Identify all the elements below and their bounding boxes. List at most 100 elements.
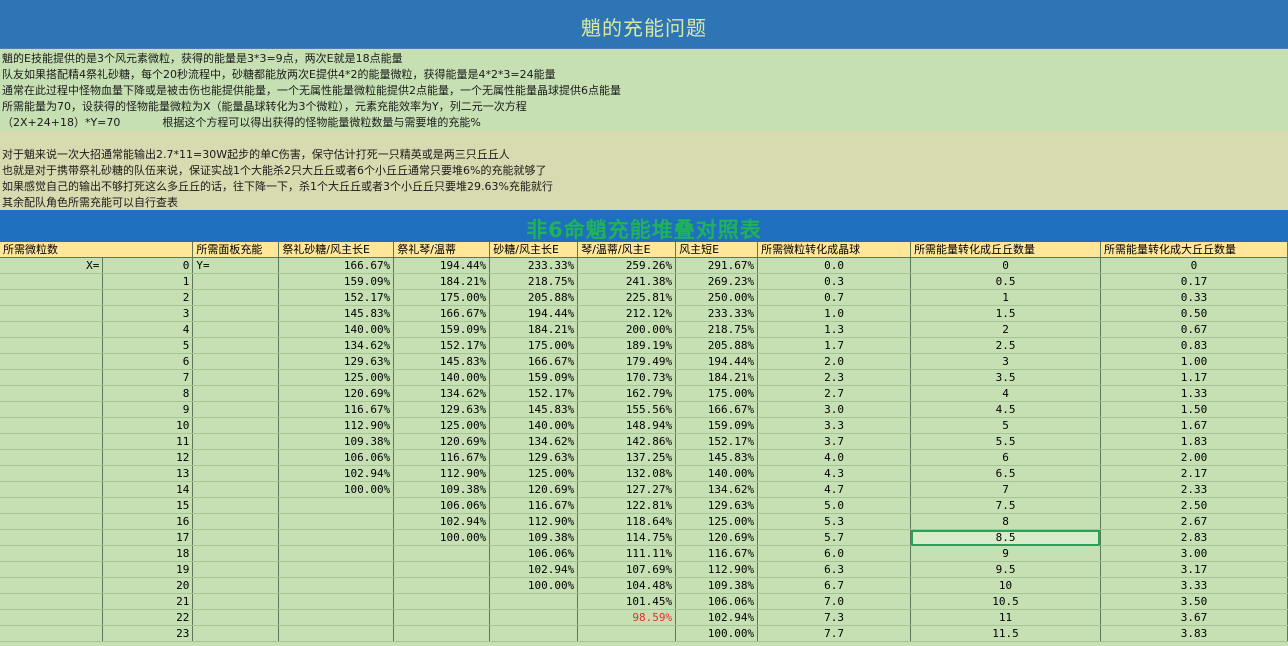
table-cell[interactable]: 2 — [910, 321, 1101, 338]
table-cell[interactable]: 2.0 — [757, 353, 912, 370]
table-cell[interactable]: 118.64% — [577, 513, 677, 530]
table-cell[interactable]: 7.3 — [757, 609, 912, 626]
table-cell[interactable] — [0, 369, 104, 386]
table-cell[interactable]: 0.5 — [910, 273, 1101, 290]
table-cell[interactable]: 106.06% — [393, 497, 491, 514]
table-cell[interactable]: 1 — [910, 289, 1101, 306]
table-cell[interactable] — [0, 385, 104, 402]
table-cell[interactable] — [192, 273, 280, 290]
table-cell[interactable] — [192, 337, 280, 354]
table-cell[interactable]: 3.3 — [757, 417, 912, 434]
table-cell[interactable]: 2.5 — [910, 337, 1101, 354]
table-cell[interactable]: 0.3 — [757, 273, 912, 290]
table-cell[interactable]: 8.5 — [910, 529, 1101, 546]
table-cell[interactable]: 225.81% — [577, 289, 677, 306]
table-cell[interactable]: 3 — [102, 305, 194, 322]
table-cell[interactable]: 106.06% — [489, 545, 579, 562]
table-cell[interactable]: 9 — [910, 545, 1101, 562]
table-cell[interactable]: 5 — [102, 337, 194, 354]
table-cell[interactable]: 6.5 — [910, 465, 1101, 482]
table-cell[interactable] — [0, 321, 104, 338]
table-cell[interactable]: 104.48% — [577, 577, 677, 594]
note-line[interactable]: 所需能量为70，设获得的怪物能量微粒为X（能量晶球转化为3个微粒），元素充能效率… — [2, 99, 527, 115]
table-cell[interactable]: 5.7 — [757, 529, 912, 546]
table-cell[interactable] — [489, 593, 579, 610]
table-cell[interactable]: 120.69% — [393, 433, 491, 450]
table-cell[interactable]: 152.17% — [393, 337, 491, 354]
table-cell[interactable]: 13 — [102, 465, 194, 482]
table-cell[interactable]: 0.0 — [757, 257, 912, 274]
table-cell[interactable]: 1.5 — [910, 305, 1101, 322]
table-cell[interactable]: 0 — [910, 257, 1101, 274]
table-cell[interactable]: 125.00% — [393, 417, 491, 434]
table-cell[interactable] — [192, 609, 280, 626]
table-cell[interactable]: 4.7 — [757, 481, 912, 498]
table-cell[interactable]: 5 — [910, 417, 1101, 434]
table-cell[interactable]: 8 — [910, 513, 1101, 530]
table-cell[interactable] — [0, 273, 104, 290]
table-cell[interactable]: 7.5 — [910, 497, 1101, 514]
table-cell[interactable]: 152.17% — [489, 385, 579, 402]
table-cell[interactable]: 184.21% — [675, 369, 759, 386]
table-cell[interactable]: 100.00% — [393, 529, 491, 546]
table-cell[interactable]: 109.38% — [393, 481, 491, 498]
table-cell[interactable]: 205.88% — [489, 289, 579, 306]
table-cell[interactable]: 152.17% — [278, 289, 395, 306]
table-cell[interactable]: 218.75% — [489, 273, 579, 290]
table-cell[interactable]: 120.69% — [675, 529, 759, 546]
table-cell[interactable]: X= — [0, 257, 104, 274]
table-cell[interactable]: 134.62% — [393, 385, 491, 402]
table-cell[interactable]: 155.56% — [577, 401, 677, 418]
table-cell[interactable]: 107.69% — [577, 561, 677, 578]
table-cell[interactable]: 10.5 — [910, 593, 1101, 610]
table-cell[interactable]: 241.38% — [577, 273, 677, 290]
table-cell[interactable] — [577, 625, 677, 642]
table-cell[interactable]: 145.83% — [393, 353, 491, 370]
table-cell[interactable]: 3.50 — [1100, 593, 1288, 610]
table-cell[interactable] — [0, 577, 104, 594]
table-cell[interactable]: 129.63% — [489, 449, 579, 466]
table-cell[interactable]: 1.0 — [757, 305, 912, 322]
table-cell[interactable]: 23 — [102, 625, 194, 642]
table-cell[interactable] — [192, 497, 280, 514]
table-cell[interactable] — [393, 593, 491, 610]
table-cell[interactable] — [192, 385, 280, 402]
table-cell[interactable]: 1.17 — [1100, 369, 1288, 386]
table-cell[interactable]: 98.59% — [577, 609, 677, 626]
table-cell[interactable] — [192, 353, 280, 370]
table-cell[interactable] — [0, 513, 104, 530]
table-cell[interactable]: 148.94% — [577, 417, 677, 434]
column-header[interactable]: 所需能量转化成丘丘数量 — [910, 242, 1101, 258]
note-line[interactable]: 对于魈来说一次大招通常能输出2.7*11=30W起步的单C伤害，保守估计打死一只… — [2, 147, 510, 163]
table-cell[interactable]: 6 — [910, 449, 1101, 466]
table-cell[interactable]: 100.00% — [278, 481, 395, 498]
table-cell[interactable]: 166.67% — [489, 353, 579, 370]
table-cell[interactable] — [0, 337, 104, 354]
table-cell[interactable]: 116.67% — [393, 449, 491, 466]
table-cell[interactable] — [278, 529, 395, 546]
note-line[interactable]: 如果感觉自己的输出不够打死这么多丘丘的话，往下降一下，杀1个大丘丘或者3个小丘丘… — [2, 179, 553, 195]
table-cell[interactable]: 18 — [102, 545, 194, 562]
table-cell[interactable]: 175.00% — [489, 337, 579, 354]
table-cell[interactable]: 166.67% — [393, 305, 491, 322]
table-cell[interactable] — [0, 497, 104, 514]
table-cell[interactable]: 194.44% — [675, 353, 759, 370]
note-line[interactable]: （2X+24+18）*Y=70 根据这个方程可以得出获得的怪物能量微粒数量与需要… — [2, 115, 481, 131]
table-cell[interactable]: 106.06% — [675, 593, 759, 610]
note-line[interactable]: 魈的E技能提供的是3个风元素微粒，获得的能量是3*3=9点，两次E就是18点能量 — [2, 51, 403, 67]
table-cell[interactable] — [393, 625, 491, 642]
table-cell[interactable] — [192, 577, 280, 594]
table-cell[interactable]: 10 — [102, 417, 194, 434]
table-cell[interactable]: 184.21% — [393, 273, 491, 290]
table-cell[interactable] — [393, 561, 491, 578]
table-cell[interactable]: 3.0 — [757, 401, 912, 418]
table-cell[interactable]: 4 — [910, 385, 1101, 402]
table-cell[interactable]: 170.73% — [577, 369, 677, 386]
table-cell[interactable]: 112.90% — [675, 561, 759, 578]
table-cell[interactable] — [192, 593, 280, 610]
table-cell[interactable]: 116.67% — [278, 401, 395, 418]
table-cell[interactable]: 102.94% — [489, 561, 579, 578]
table-cell[interactable]: 1.67 — [1100, 417, 1288, 434]
note-line[interactable]: 其余配队角色所需充能可以自行查表 — [2, 195, 178, 211]
table-cell[interactable]: 4.5 — [910, 401, 1101, 418]
